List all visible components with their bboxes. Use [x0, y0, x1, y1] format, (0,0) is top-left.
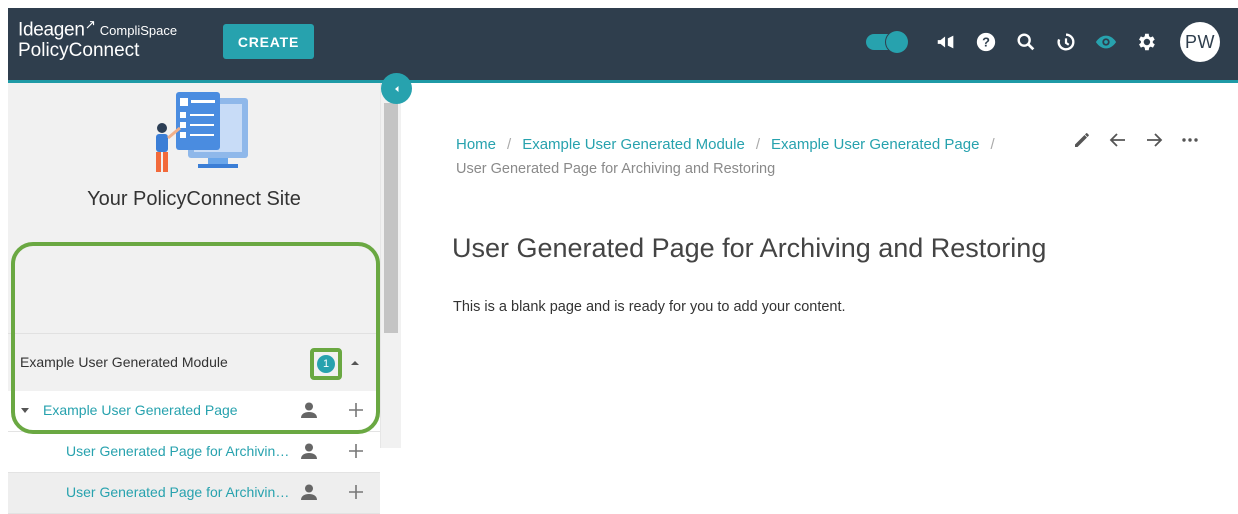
search-icon[interactable] [1015, 31, 1037, 53]
add-icon[interactable] [348, 484, 364, 500]
megaphone-icon[interactable] [935, 31, 957, 53]
breadcrumb-separator: / [507, 136, 512, 153]
top-navigation-bar: Ideagen↗ CompliSpace PolicyConnect CREATE… [8, 8, 1238, 83]
arrow-left-icon[interactable] [1106, 128, 1130, 152]
tree-item-label[interactable]: User Generated Page for Archivin… [66, 443, 289, 459]
help-icon[interactable]: ? [975, 31, 997, 53]
tree-item-archiving-page-1[interactable]: User Generated Page for Archivin… [8, 432, 380, 473]
chevron-up-icon[interactable] [348, 356, 362, 370]
tree-item-label[interactable]: User Generated Page for Archivin… [66, 484, 289, 500]
page-actions [1070, 128, 1214, 152]
module-label[interactable]: Example User Generated Module [20, 354, 228, 370]
module-badge-highlight: 1 [310, 348, 342, 380]
breadcrumb-separator: / [990, 136, 995, 153]
gear-icon[interactable] [1135, 31, 1157, 53]
toolbar-icons: ? PW [866, 22, 1220, 62]
module-row[interactable]: Example User Generated Module 1 [8, 333, 380, 392]
archived-count-badge[interactable]: 1 [317, 355, 335, 373]
breadcrumb-separator: / [755, 136, 760, 153]
brand-name: Ideagen [18, 19, 85, 41]
svg-text:?: ? [982, 35, 990, 50]
chevron-left-icon [394, 85, 398, 92]
breadcrumb-page[interactable]: Example User Generated Page [771, 136, 979, 153]
more-options-icon[interactable] [1178, 128, 1202, 152]
eye-icon[interactable] [1095, 31, 1117, 53]
arrow-right-icon[interactable] [1142, 128, 1166, 152]
tree-item-label[interactable]: Example User Generated Page [43, 402, 238, 418]
caret-down-icon[interactable] [20, 405, 30, 415]
user-icon[interactable] [300, 483, 318, 501]
page-title: User Generated Page for Archiving and Re… [452, 233, 1047, 263]
add-icon[interactable] [348, 402, 364, 418]
create-button[interactable]: CREATE [223, 24, 314, 59]
user-icon[interactable] [300, 401, 318, 419]
site-title: Your PolicyConnect Site [87, 188, 301, 210]
history-icon[interactable] [1055, 31, 1077, 53]
sidebar: Your PolicyConnect Site Example User Gen… [8, 83, 380, 514]
site-illustration [156, 92, 248, 172]
product-name: PolicyConnect [18, 40, 140, 62]
scrollbar-thumb[interactable] [384, 103, 398, 333]
tree-item-example-user-generated-page[interactable]: Example User Generated Page [8, 391, 380, 432]
edit-icon[interactable] [1070, 128, 1094, 152]
tree-item-archiving-page-2[interactable]: User Generated Page for Archivin… [8, 473, 380, 514]
breadcrumb: Home / Example User Generated Module / Examp… [456, 133, 1036, 181]
sidebar-scrollbar[interactable] [380, 83, 401, 448]
brand-mark-icon: ↗ [84, 17, 96, 32]
user-avatar[interactable]: PW [1180, 22, 1220, 62]
page-body-text: This is a blank page and is ready for yo… [453, 299, 846, 315]
app-logo[interactable]: Ideagen↗ CompliSpace PolicyConnect [18, 18, 177, 60]
breadcrumb-current: User Generated Page for Archiving and Re… [456, 161, 776, 177]
add-icon[interactable] [348, 443, 364, 459]
view-toggle[interactable] [866, 31, 908, 53]
user-icon[interactable] [300, 442, 318, 460]
collapse-sidebar-button[interactable] [381, 73, 412, 104]
breadcrumb-home[interactable]: Home [456, 136, 496, 153]
brand-sub: CompliSpace [99, 23, 178, 39]
breadcrumb-module[interactable]: Example User Generated Module [522, 136, 745, 153]
